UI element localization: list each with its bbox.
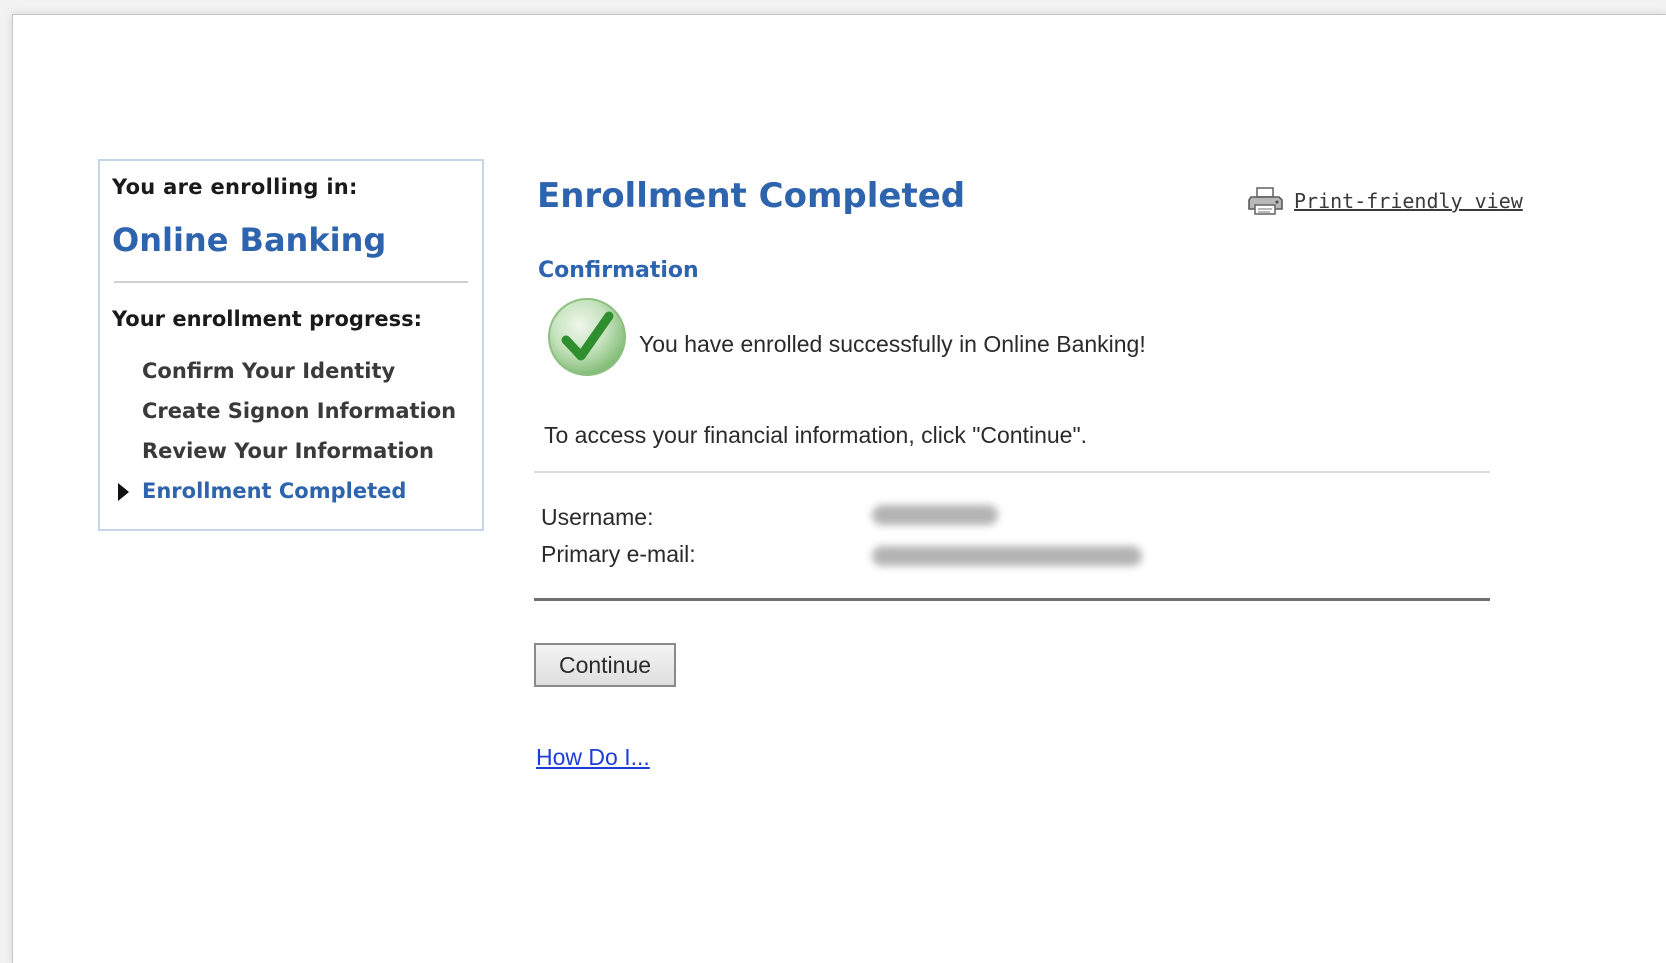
confirmation-heading: Confirmation [538, 258, 699, 283]
progress-step-confirm-identity: Confirm Your Identity [114, 351, 456, 391]
print-friendly-link[interactable]: Print-friendly view [1248, 186, 1523, 216]
progress-step-review-info: Review Your Information [114, 431, 456, 471]
email-label: Primary e-mail: [541, 541, 696, 567]
page-title: Enrollment Completed [537, 176, 966, 216]
printer-icon [1248, 187, 1283, 215]
progress-step-label: Enrollment Completed [142, 479, 407, 503]
username-value-redacted [872, 505, 998, 525]
progress-steps: Confirm Your Identity Create Signon Info… [114, 351, 456, 511]
access-instructions: To access your financial information, cl… [544, 422, 1088, 448]
form-divider [534, 598, 1490, 601]
how-do-i-link[interactable]: How Do I... [536, 744, 650, 771]
enrollment-sidebar: You are enrolling in: Online Banking You… [98, 159, 484, 531]
progress-step-enrollment-completed: Enrollment Completed [114, 471, 456, 511]
section-divider [534, 471, 1490, 473]
enrolling-label: You are enrolling in: [112, 175, 358, 199]
continue-button[interactable]: Continue [534, 643, 676, 687]
success-message: You have enrolled successfully in Online… [639, 331, 1146, 357]
progress-step-label: Review Your Information [142, 439, 434, 463]
email-value-redacted [872, 546, 1142, 566]
progress-step-label: Confirm Your Identity [142, 359, 396, 383]
triangle-right-icon [118, 483, 129, 501]
checkmark-icon [548, 298, 626, 376]
progress-label: Your enrollment progress: [112, 307, 422, 331]
username-label: Username: [541, 504, 654, 530]
product-name: Online Banking [112, 221, 387, 259]
print-friendly-label: Print-friendly view [1294, 189, 1523, 213]
sidebar-divider [114, 281, 468, 283]
progress-step-label: Create Signon Information [142, 399, 457, 423]
progress-step-create-signon: Create Signon Information [114, 391, 456, 431]
